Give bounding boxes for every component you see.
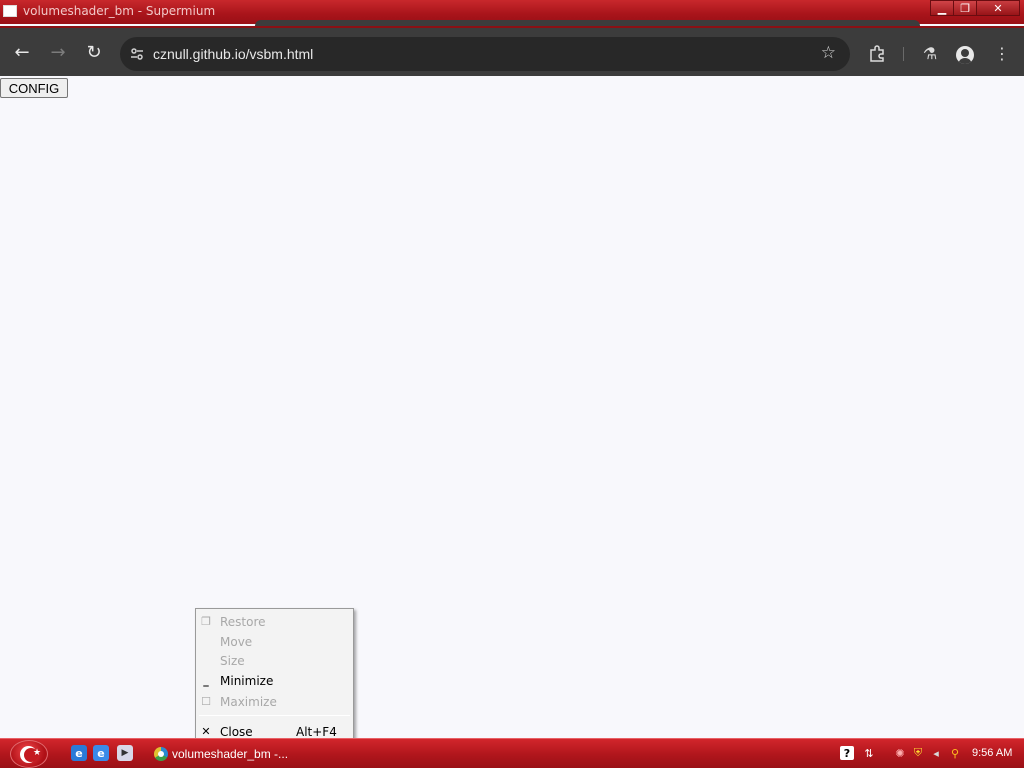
maximize-icon: ☐ bbox=[201, 694, 211, 708]
window-titlebar[interactable]: volumeshader_bm - Supermium ▁ ❐ ✕ bbox=[0, 0, 1024, 26]
volume-icon[interactable]: ◂ bbox=[929, 746, 943, 760]
reload-button[interactable]: ↻ bbox=[82, 40, 106, 64]
security-shield-icon[interactable]: ⛨ bbox=[911, 746, 925, 760]
browser-toolbar: ← → ↻ cznull.github.io/vsbm.html ☆ ⚗ ⋮ bbox=[0, 26, 1024, 76]
restore-icon: ❐ bbox=[960, 2, 970, 15]
taskbar-clock[interactable]: 9:56 AM bbox=[972, 747, 1012, 759]
menu-item-label: Close bbox=[220, 725, 253, 739]
start-button[interactable]: ★ bbox=[10, 740, 48, 768]
restore-icon: ❐ bbox=[201, 614, 211, 628]
menu-item-label: Restore bbox=[220, 615, 266, 629]
site-info-icon[interactable] bbox=[128, 45, 146, 63]
labs-flask-icon[interactable]: ⚗ bbox=[919, 42, 941, 64]
menu-separator bbox=[199, 715, 350, 716]
menu-item-label: Move bbox=[220, 635, 253, 649]
window-title: volumeshader_bm - Supermium bbox=[23, 4, 216, 18]
config-button[interactable]: CONFIG bbox=[0, 78, 68, 98]
bookmark-star-icon[interactable]: ☆ bbox=[821, 43, 836, 63]
browser-menu-icon[interactable]: ⋮ bbox=[991, 42, 1013, 64]
back-button[interactable]: ← bbox=[10, 40, 34, 64]
menu-item-shortcut: Alt+F4 bbox=[296, 725, 337, 739]
extensions-icon[interactable] bbox=[866, 42, 888, 64]
page-content: CONFIG bbox=[0, 76, 1024, 738]
close-window-button[interactable]: ✕ bbox=[976, 0, 1020, 16]
search-icon[interactable]: ⚲ bbox=[948, 746, 962, 760]
menu-item-move[interactable]: Move bbox=[196, 632, 353, 650]
back-arrow-icon: ← bbox=[14, 41, 30, 63]
taskbar-button-volumeshader[interactable]: volumeshader_bm -... bbox=[150, 742, 310, 766]
menu-item-maximize[interactable]: ☐ Maximize bbox=[196, 692, 353, 710]
menu-item-label: Maximize bbox=[220, 695, 277, 709]
minimize-icon: _ bbox=[203, 673, 209, 687]
network-icon[interactable]: ⇅ bbox=[862, 746, 876, 760]
taskbar: ★ e e ▶ volumeshader_bm -... ? ⇅ ✺ ⛨ ◂ ⚲… bbox=[0, 738, 1024, 768]
minimize-window-button[interactable]: ▁ bbox=[930, 0, 954, 16]
star-icon: ★ bbox=[33, 747, 42, 757]
close-icon: ✕ bbox=[201, 724, 211, 738]
minimize-icon: ▁ bbox=[937, 2, 947, 15]
profile-avatar-icon[interactable] bbox=[956, 46, 974, 64]
menu-item-label: Minimize bbox=[220, 674, 274, 688]
url-text[interactable]: cznull.github.io/vsbm.html bbox=[153, 46, 313, 62]
window-controls: ▁ ❐ ✕ bbox=[930, 0, 1020, 16]
menu-item-minimize[interactable]: _ Minimize bbox=[196, 671, 353, 689]
ie-alt-icon[interactable]: e bbox=[93, 745, 109, 761]
internet-explorer-icon[interactable]: e bbox=[71, 745, 87, 761]
reload-icon: ↻ bbox=[86, 41, 102, 63]
menu-item-label: Size bbox=[220, 654, 245, 668]
media-player-icon[interactable]: ▶ bbox=[117, 745, 133, 761]
taskbar-button-label: volumeshader_bm -... bbox=[172, 747, 289, 761]
forward-arrow-icon: → bbox=[50, 41, 66, 63]
forward-button[interactable]: → bbox=[46, 40, 70, 64]
supermium-browser-icon bbox=[154, 747, 168, 761]
window-icon[interactable] bbox=[3, 5, 17, 17]
sync-icon[interactable]: ✺ bbox=[893, 746, 907, 760]
help-icon[interactable]: ? bbox=[840, 746, 854, 760]
toolbar-separator bbox=[903, 47, 904, 61]
restore-window-button[interactable]: ❐ bbox=[953, 0, 977, 16]
window-context-menu: ❐ Restore Move Size _ Minimize ☐ Maximiz… bbox=[195, 608, 354, 744]
menu-item-restore[interactable]: ❐ Restore bbox=[196, 612, 353, 630]
address-bar[interactable]: cznull.github.io/vsbm.html ☆ bbox=[120, 37, 850, 71]
menu-item-size[interactable]: Size bbox=[196, 651, 353, 669]
close-icon: ✕ bbox=[993, 2, 1003, 15]
